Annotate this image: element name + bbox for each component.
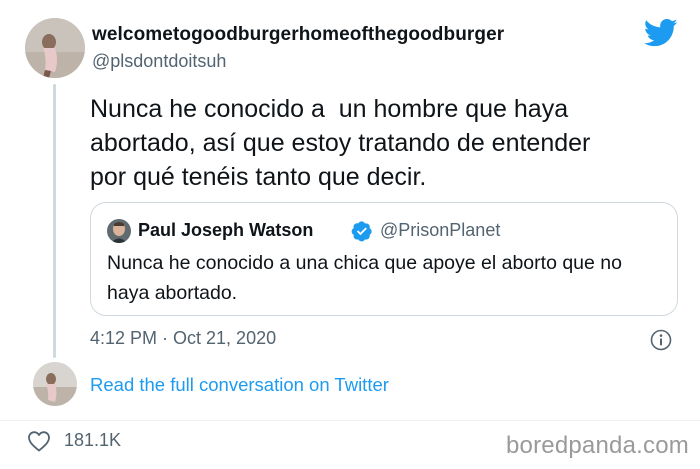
- tweet-card: welcometogoodburgerhomeofthegoodburger @…: [0, 0, 700, 469]
- verified-badge-icon: [351, 220, 373, 242]
- thread-line: [53, 84, 56, 358]
- quoted-tweet[interactable]: Paul Joseph Watson @PrisonPlanet Nunca h…: [90, 202, 678, 316]
- info-icon[interactable]: [650, 329, 672, 351]
- boredpanda-watermark: boredpanda.com: [506, 432, 689, 459]
- tweet-timestamp[interactable]: 4:12 PM · Oct 21, 2020: [90, 328, 276, 349]
- author-avatar[interactable]: [25, 18, 85, 78]
- quoted-author-name[interactable]: Paul Joseph Watson: [138, 220, 313, 241]
- tweet-text: Nunca he conocido a un hombre que haya a…: [90, 95, 591, 191]
- heart-icon[interactable]: [27, 430, 51, 452]
- author-handle[interactable]: @plsdontdoitsuh: [92, 51, 226, 72]
- divider: [0, 420, 700, 421]
- quoted-author-avatar[interactable]: [107, 219, 131, 243]
- reader-avatar[interactable]: [33, 362, 77, 406]
- twitter-bird-icon[interactable]: [643, 18, 678, 48]
- read-full-conversation-link[interactable]: Read the full conversation on Twitter: [90, 374, 389, 396]
- quoted-tweet-text: Nunca he conocido a una chica que apoye …: [107, 252, 622, 304]
- quoted-author-handle[interactable]: @PrisonPlanet: [380, 220, 500, 241]
- like-count: 181.1K: [64, 430, 122, 450]
- author-display-name[interactable]: welcometogoodburgerhomeofthegoodburger: [92, 24, 504, 46]
